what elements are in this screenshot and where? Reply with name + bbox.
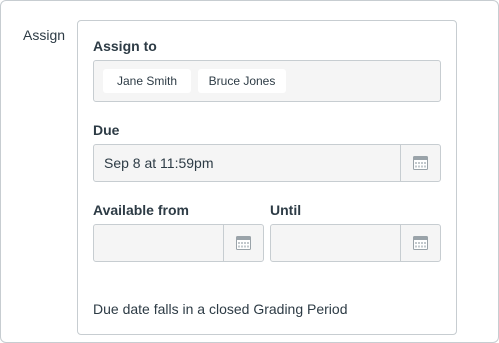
calendar-icon (236, 236, 251, 250)
due-date-calendar-button[interactable] (400, 145, 440, 181)
due-label: Due (93, 122, 120, 138)
available-from-calendar-button[interactable] (223, 225, 263, 261)
assign-to-label: Assign to (93, 38, 157, 54)
assignee-token-jane-smith[interactable]: Jane Smith (103, 69, 191, 93)
due-date-field: Sep 8 at 11:59pm (93, 144, 441, 182)
until-label: Until (270, 202, 302, 218)
assign-to-input[interactable]: Jane Smith Bruce Jones (93, 60, 441, 102)
assign-row-label: Assign (23, 27, 66, 43)
until-input[interactable] (271, 225, 400, 261)
available-from-label: Available from (93, 202, 189, 218)
calendar-icon (413, 156, 428, 170)
closed-grading-period-note: Due date falls in a closed Grading Perio… (93, 301, 348, 317)
assign-card: Assign to Jane Smith Bruce Jones Due Sep… (77, 20, 457, 335)
until-calendar-button[interactable] (400, 225, 440, 261)
until-field (270, 224, 441, 262)
due-date-input[interactable]: Sep 8 at 11:59pm (94, 145, 400, 181)
available-from-field (93, 224, 264, 262)
available-from-input[interactable] (94, 225, 223, 261)
calendar-icon (413, 236, 428, 250)
assignee-token-bruce-jones[interactable]: Bruce Jones (198, 69, 286, 93)
